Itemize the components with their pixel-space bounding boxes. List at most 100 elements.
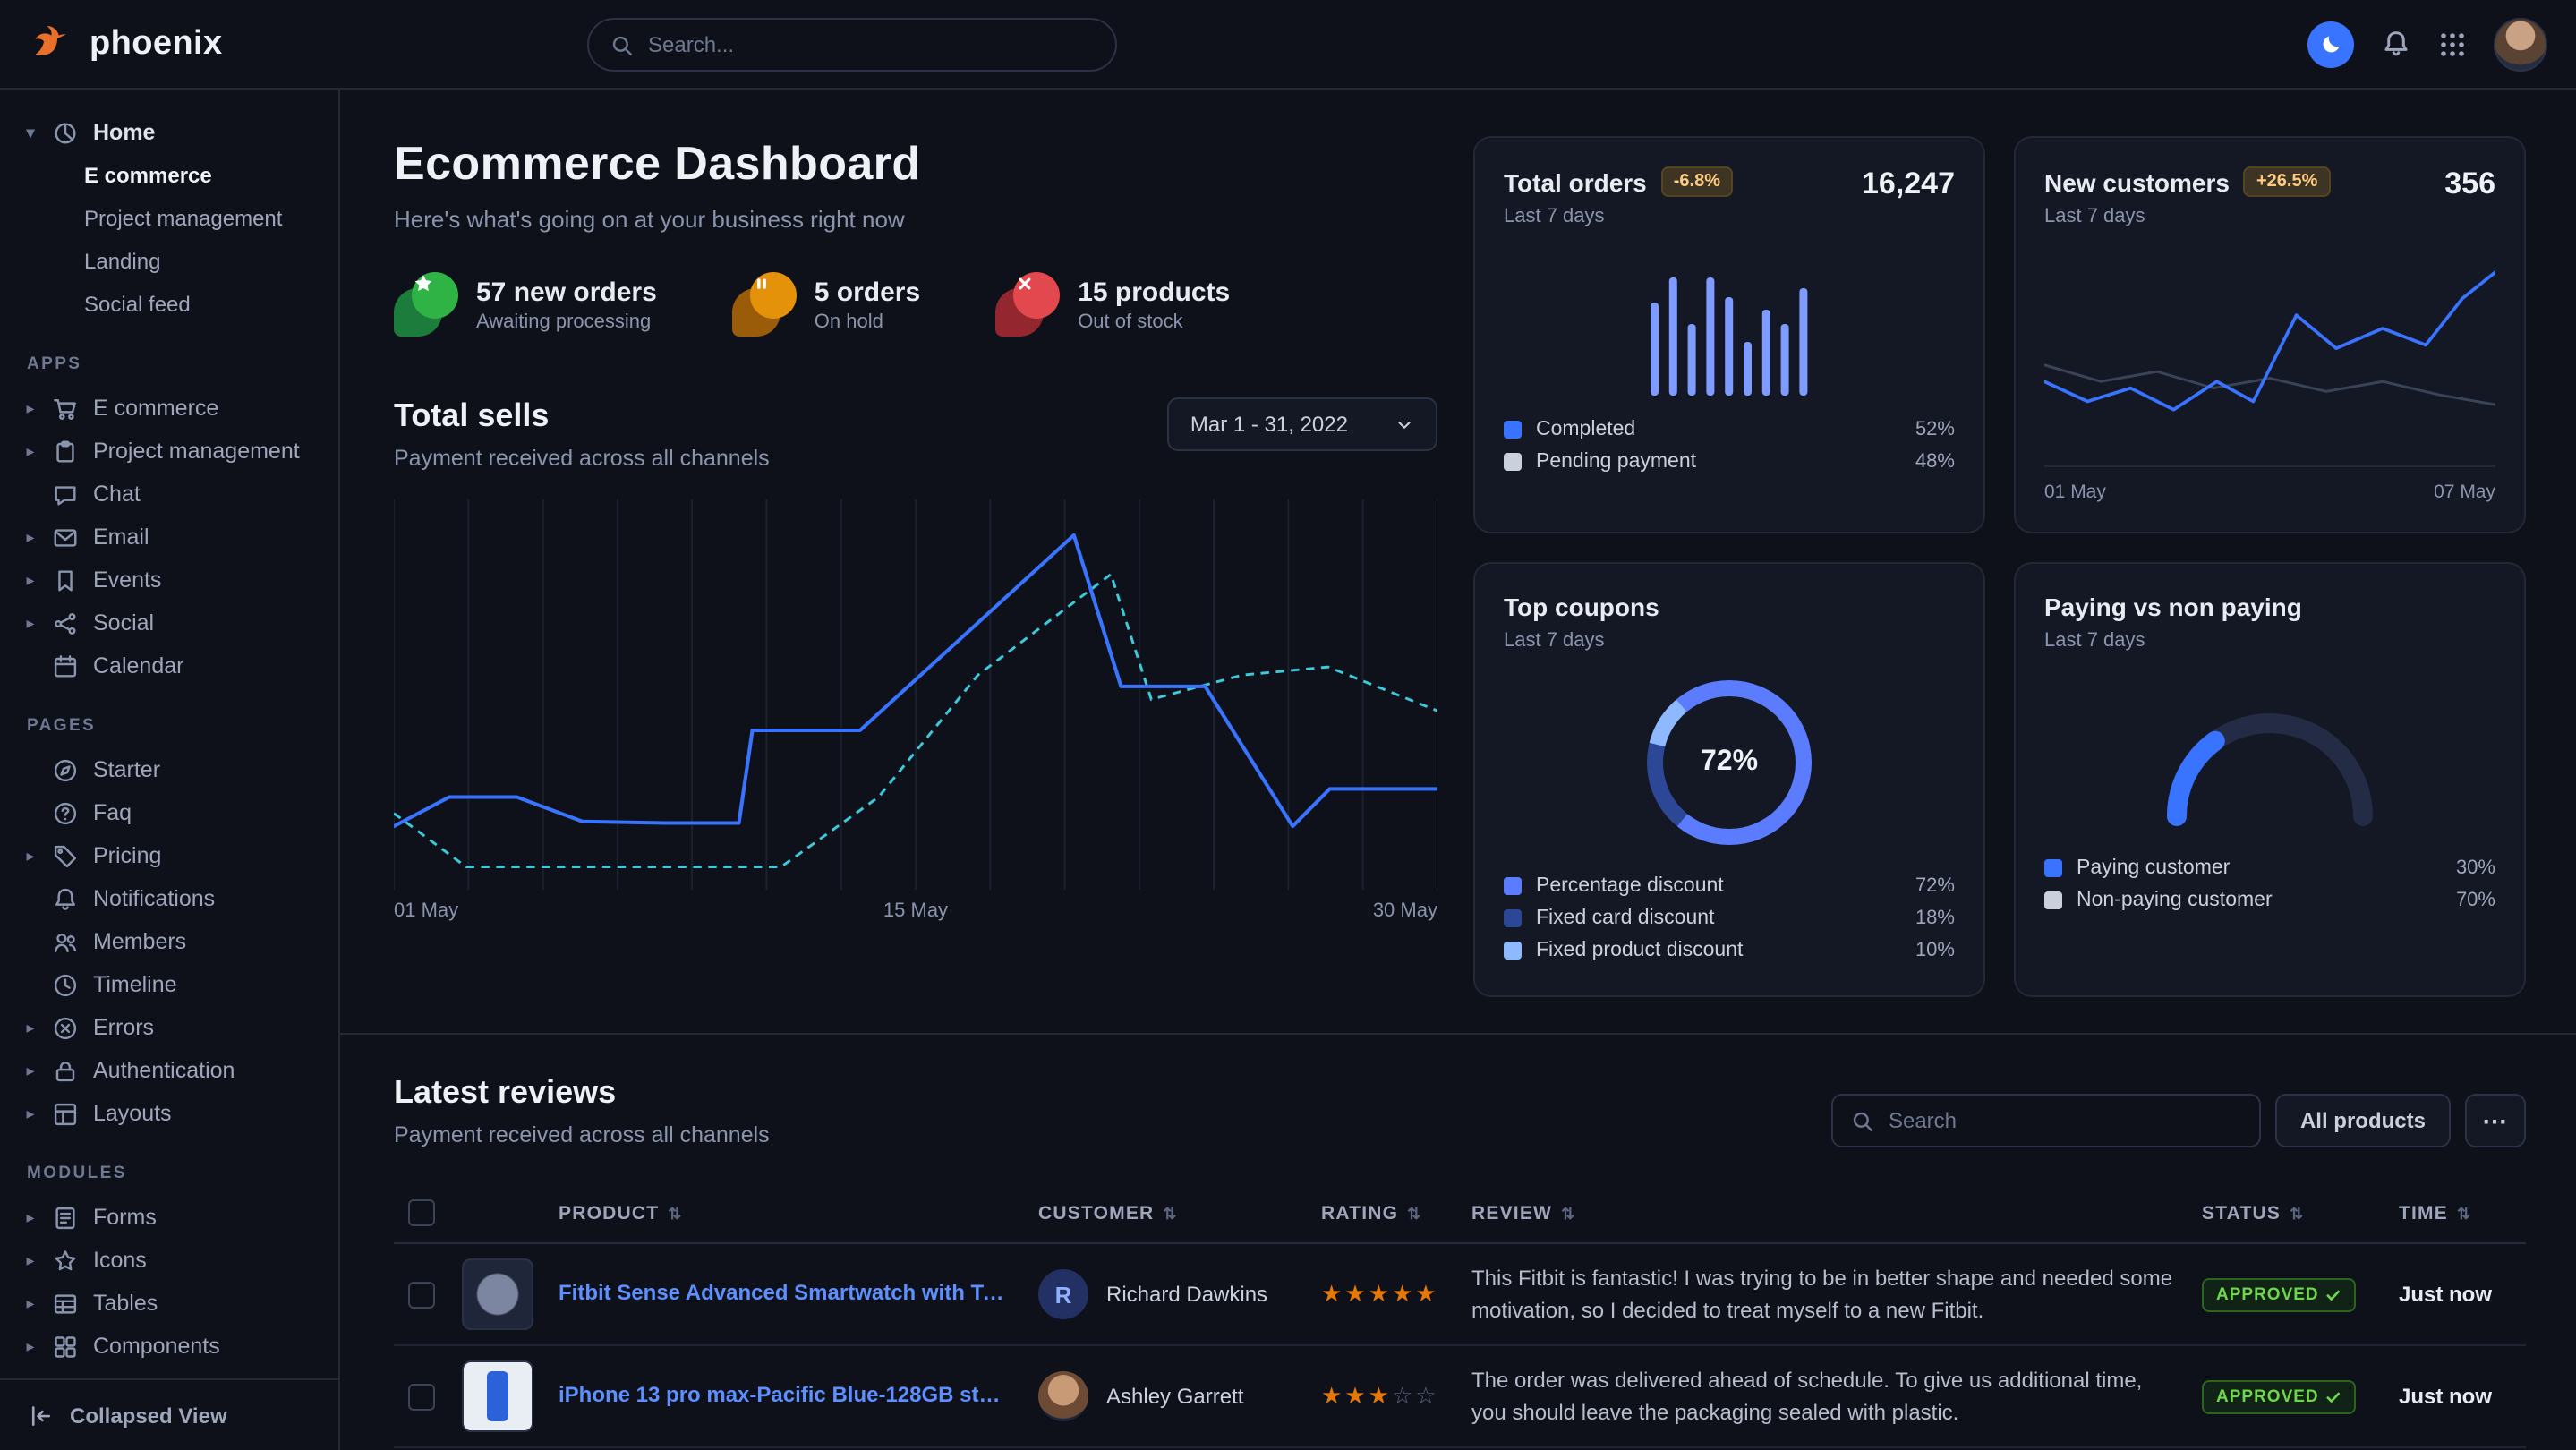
- sidebar-item-home[interactable]: ▾Home: [21, 111, 317, 154]
- sidebar-item-label: Timeline: [93, 972, 177, 997]
- product-link[interactable]: iPhone 13 pro max-Pacific Blue-128GB sto…: [559, 1381, 1006, 1406]
- more-options-button[interactable]: ⋯: [2465, 1094, 2526, 1147]
- sidebar-item-components[interactable]: ▸Components: [21, 1325, 317, 1368]
- legend-item: Percentage discount 72%: [1504, 870, 1955, 902]
- search-bar[interactable]: [587, 18, 1117, 72]
- status-badge: APPROVED: [2202, 1277, 2357, 1311]
- avatar: R: [1038, 1269, 1088, 1319]
- col-time[interactable]: TIME⇅: [2384, 1183, 2526, 1243]
- sidebar-item-timeline[interactable]: Timeline: [21, 963, 317, 1006]
- col-product[interactable]: PRODUCT⇅: [544, 1183, 1024, 1243]
- layouts-icon: [52, 1100, 81, 1127]
- legend-label: Completed: [1536, 419, 1635, 440]
- col-status[interactable]: STATUS⇅: [2188, 1183, 2384, 1243]
- caret-right-icon: ▸: [21, 846, 39, 866]
- x-axis-label: 15 May: [883, 900, 948, 922]
- sidebar-item-forms[interactable]: ▸Forms: [21, 1196, 317, 1239]
- col-review[interactable]: REVIEW⇅: [1457, 1183, 2188, 1243]
- sidebar-item-starter[interactable]: Starter: [21, 748, 317, 791]
- caret-right-icon: ▸: [21, 1207, 39, 1227]
- pause-badge-icon: [732, 272, 797, 337]
- sort-icon: ⇅: [1561, 1204, 1575, 1222]
- sidebar-item-label: E commerce: [93, 396, 218, 421]
- legend-label: Percentage discount: [1536, 875, 1724, 897]
- apps-grid-button[interactable]: [2438, 30, 2467, 58]
- sidebar-item-chat[interactable]: Chat: [21, 473, 317, 516]
- sort-icon: ⇅: [2290, 1204, 2304, 1222]
- customer-cell[interactable]: Ashley Garrett: [1038, 1371, 1292, 1421]
- orders-legend: Completed 52% Pending payment 48%: [1504, 414, 1955, 478]
- notifications-button[interactable]: [2381, 29, 2411, 59]
- caret-right-icon: ▸: [21, 1104, 39, 1123]
- legend-swatch: [1504, 421, 1522, 439]
- sidebar-item-label: Chat: [93, 482, 141, 507]
- row-checkbox[interactable]: [408, 1281, 435, 1308]
- collapsed-view-toggle[interactable]: Collapsed View: [0, 1378, 338, 1450]
- select-all-checkbox[interactable]: [408, 1199, 435, 1226]
- sidebar-subitem-landing[interactable]: Landing: [84, 240, 317, 283]
- sidebar-item-notifications[interactable]: Notifications: [21, 877, 317, 920]
- caret-right-icon: ▸: [21, 527, 39, 547]
- caret-right-icon: ▸: [21, 1293, 39, 1313]
- all-products-button[interactable]: All products: [2275, 1094, 2451, 1147]
- sidebar-item-authentication[interactable]: ▸Authentication: [21, 1049, 317, 1092]
- sidebar-subitem-e-commerce[interactable]: E commerce: [84, 154, 317, 197]
- hero-stats: 57 new orders Awaiting processing 5 orde…: [394, 272, 1437, 337]
- sidebar-item-errors[interactable]: ▸Errors: [21, 1006, 317, 1049]
- caret-right-icon: ▸: [21, 570, 39, 590]
- stat-item: 5 orders On hold: [732, 272, 920, 337]
- collapse-icon: [29, 1403, 54, 1428]
- share-icon: [52, 610, 81, 636]
- sidebar-item-e-commerce[interactable]: ▸E commerce: [21, 387, 317, 430]
- customer-name: Richard Dawkins: [1106, 1282, 1267, 1307]
- user-avatar[interactable]: [2494, 17, 2547, 71]
- sidebar-item-pricing[interactable]: ▸Pricing: [21, 834, 317, 877]
- caret-right-icon: ▸: [21, 1336, 39, 1356]
- sort-icon: ⇅: [2457, 1204, 2471, 1222]
- legend-value: 52%: [1915, 419, 1955, 440]
- sidebar-item-label: Calendar: [93, 653, 183, 678]
- sidebar-item-email[interactable]: ▸ Email: [21, 516, 317, 559]
- sidebar-item-tables[interactable]: ▸ Tables: [21, 1282, 317, 1325]
- review-time: Just now: [2399, 1384, 2492, 1409]
- col-image: [448, 1183, 544, 1243]
- review-time: Just now: [2399, 1282, 2492, 1307]
- customers-line-chart: [2044, 249, 2495, 448]
- brand[interactable]: phoenix: [29, 21, 223, 67]
- sidebar-item-members[interactable]: Members: [21, 920, 317, 963]
- search-input[interactable]: [648, 32, 1094, 57]
- product-link[interactable]: Fitbit Sense Advanced Smartwatch with To…: [559, 1279, 1006, 1304]
- star-empty-icon: ☆: [1392, 1382, 1415, 1409]
- sidebar-item-label: Tables: [93, 1291, 158, 1316]
- star-filled-icon: ★: [1344, 1280, 1368, 1307]
- sidebar-item-label: Email: [93, 525, 149, 550]
- sidebar-item-faq[interactable]: Faq: [21, 791, 317, 834]
- sidebar-item-layouts[interactable]: ▸ Layouts: [21, 1092, 317, 1135]
- sidebar-item-calendar[interactable]: Calendar: [21, 644, 317, 687]
- sidebar-item-project-management[interactable]: ▸Project management: [21, 430, 317, 473]
- trend-badge: -6.8%: [1661, 166, 1733, 197]
- sidebar-item-label: Layouts: [93, 1101, 172, 1126]
- sidebar-item-social[interactable]: ▸Social: [21, 601, 317, 644]
- card-period: Last 7 days: [2044, 206, 2330, 227]
- stat-caption: Awaiting processing: [476, 311, 657, 332]
- reviews-search-input[interactable]: [1889, 1108, 2241, 1133]
- reviews-search-bar[interactable]: [1831, 1094, 2261, 1147]
- sidebar-subitem-social-feed[interactable]: Social feed: [84, 283, 317, 326]
- sidebar-item-icons[interactable]: ▸Icons: [21, 1239, 317, 1282]
- date-range-select[interactable]: Mar 1 - 31, 2022: [1167, 397, 1437, 451]
- sidebar-subitem-project-management[interactable]: Project management: [84, 197, 317, 240]
- row-checkbox[interactable]: [408, 1383, 435, 1410]
- compass-icon: [52, 756, 81, 783]
- legend-label: Fixed product discount: [1536, 940, 1743, 961]
- theme-toggle-button[interactable]: [2307, 21, 2354, 67]
- card-period: Last 7 days: [1504, 630, 1659, 652]
- col-customer[interactable]: CUSTOMER⇅: [1024, 1183, 1307, 1243]
- total-sells-title: Total sells: [394, 397, 770, 435]
- chat-icon: [52, 481, 81, 508]
- col-rating[interactable]: RATING⇅: [1307, 1183, 1457, 1243]
- sidebar-item-events[interactable]: ▸Events: [21, 559, 317, 601]
- customer-cell[interactable]: R Richard Dawkins: [1038, 1269, 1292, 1319]
- lock-icon: [52, 1057, 81, 1084]
- page-subtitle: Here's what's going on at your business …: [394, 206, 1437, 233]
